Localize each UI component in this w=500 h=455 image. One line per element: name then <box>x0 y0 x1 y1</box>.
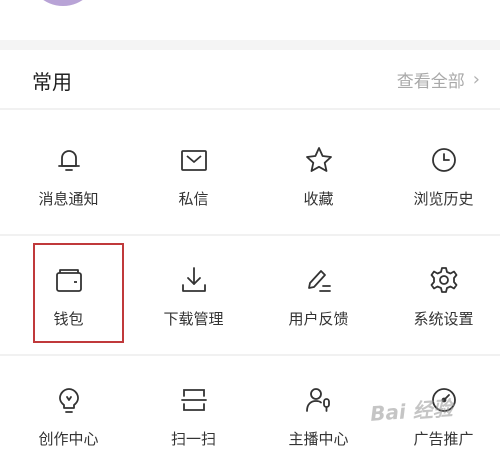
grid-row-1: 消息通知 私信 收藏 浏览历史 <box>0 116 500 234</box>
streamer-icon <box>303 384 335 416</box>
chevron-right-icon: › <box>472 69 480 90</box>
grid-item-favorites[interactable]: 收藏 <box>256 116 381 234</box>
view-all-label: 查看全部 <box>396 72 465 92</box>
grid-item-settings[interactable]: 系统设置 <box>381 236 500 354</box>
grid-item-label: 浏览历史 <box>413 190 474 208</box>
grid-item-label: 下载管理 <box>163 310 224 328</box>
grid-item-scan[interactable]: 扫一扫 <box>131 356 256 455</box>
section-gap <box>0 40 500 50</box>
bell-icon <box>53 144 85 176</box>
wallet-highlight-box <box>33 243 124 343</box>
download-icon <box>178 264 210 296</box>
clock-icon <box>428 144 460 176</box>
gear-icon <box>428 264 460 296</box>
grid-item-messages[interactable]: 私信 <box>131 116 256 234</box>
grid-item-label: 系统设置 <box>413 310 474 328</box>
section-title: 常用 <box>32 70 72 94</box>
view-all-link[interactable]: 查看全部 › <box>397 67 480 92</box>
divider <box>0 108 500 110</box>
grid-item-label: 消息通知 <box>38 190 99 208</box>
grid-item-ad-promotion[interactable]: 广告推广 <box>381 356 500 455</box>
grid-item-label: 用户反馈 <box>288 310 349 328</box>
grid-item-label: 广告推广 <box>413 430 474 448</box>
grid-item-feedback[interactable]: 用户反馈 <box>256 236 381 354</box>
pencil-icon <box>303 264 335 296</box>
profile-header-strip <box>0 0 500 40</box>
envelope-icon <box>178 144 210 176</box>
gauge-icon <box>428 384 460 416</box>
grid-item-creator-center[interactable]: 创作中心 <box>6 356 131 455</box>
grid-item-streamer-center[interactable]: 主播中心 <box>256 356 381 455</box>
section-header: 常用 查看全部 › <box>0 50 500 108</box>
avatar[interactable] <box>28 0 98 6</box>
grid-item-notifications[interactable]: 消息通知 <box>6 116 131 234</box>
star-icon <box>303 144 335 176</box>
grid-item-history[interactable]: 浏览历史 <box>381 116 500 234</box>
grid-item-label: 私信 <box>178 190 209 208</box>
grid-item-label: 创作中心 <box>38 430 99 448</box>
scan-icon <box>178 384 210 416</box>
grid-item-label: 收藏 <box>303 190 334 208</box>
lightbulb-icon <box>53 384 85 416</box>
grid-item-label: 主播中心 <box>288 430 349 448</box>
grid-item-label: 扫一扫 <box>170 430 216 448</box>
grid-row-3: 创作中心 扫一扫 主播中心 广告推广 <box>0 356 500 455</box>
grid-item-downloads[interactable]: 下载管理 <box>131 236 256 354</box>
